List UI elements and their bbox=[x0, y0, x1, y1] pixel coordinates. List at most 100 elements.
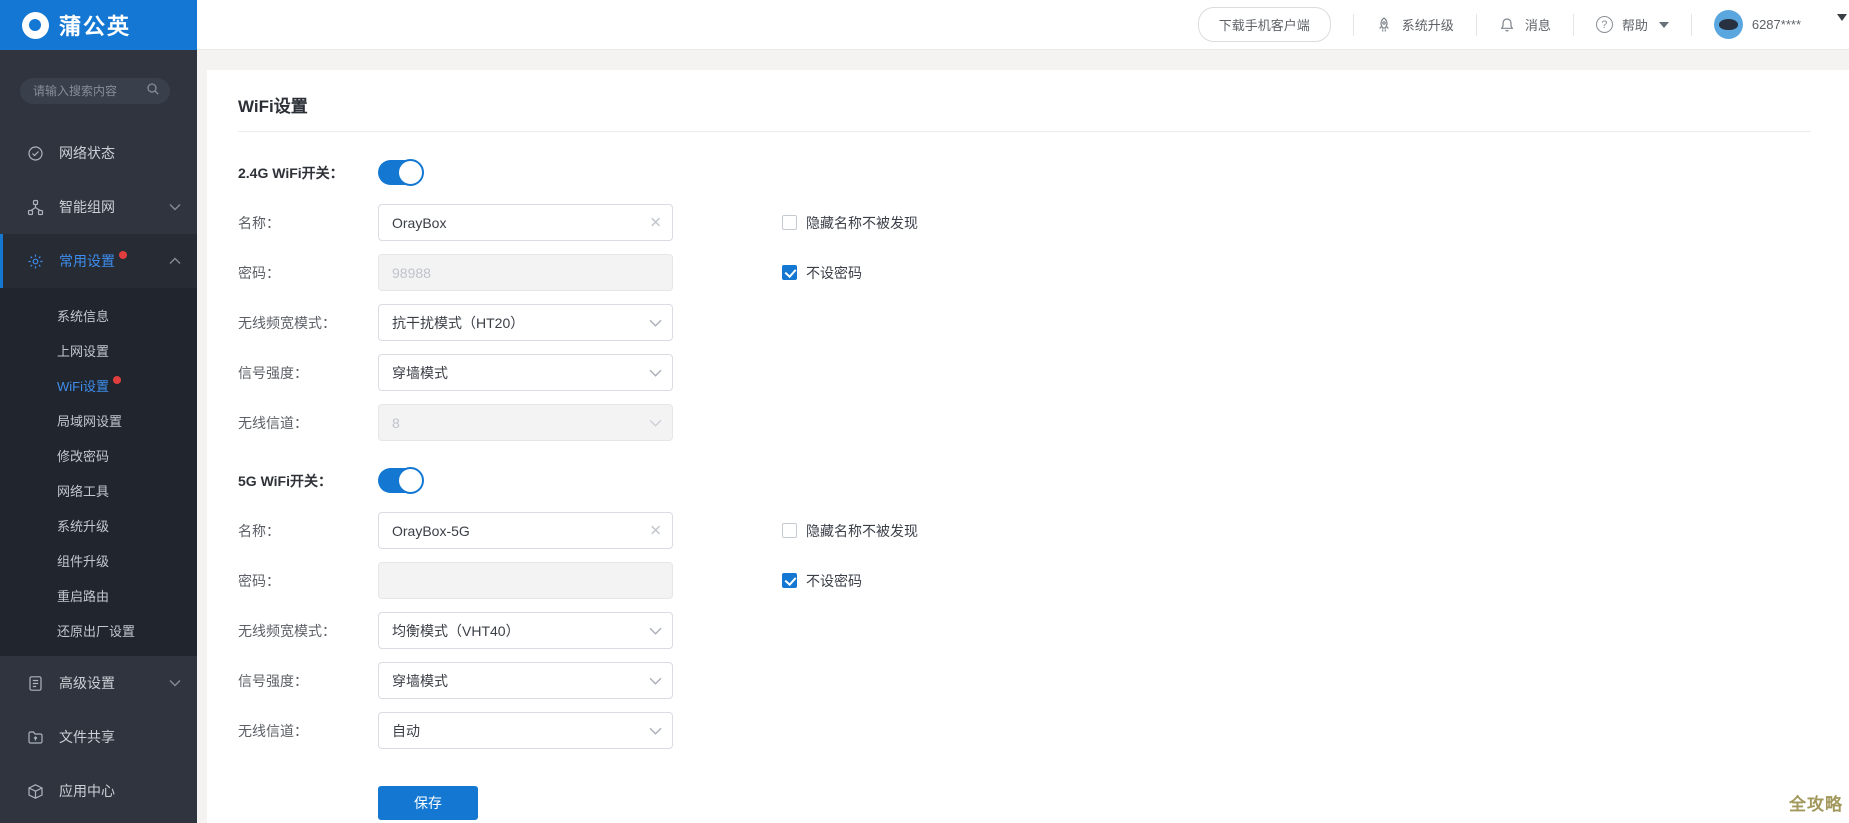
help-label: 帮助 bbox=[1621, 18, 1648, 33]
chevron-up-icon bbox=[169, 257, 181, 265]
sidebar-item-network-status[interactable]: 网络状态 bbox=[0, 126, 197, 180]
sidebar-item-file-sharing[interactable]: 文件共享 bbox=[0, 710, 197, 764]
wifi5-name-input[interactable] bbox=[378, 512, 673, 549]
sidebar-item-common-settings[interactable]: 常用设置 bbox=[0, 234, 197, 288]
sub-item-label: 修改密码 bbox=[57, 449, 110, 464]
wifi5-toggle[interactable] bbox=[378, 467, 424, 494]
chevron-down-icon bbox=[649, 626, 662, 635]
document-icon bbox=[26, 674, 44, 692]
sidebar-item-reboot-router[interactable]: 重启路由 bbox=[0, 578, 197, 613]
select-value: 自动 bbox=[392, 722, 420, 739]
app-logo[interactable]: 蒲公英 bbox=[0, 0, 197, 50]
sub-item-label: 上网设置 bbox=[57, 344, 110, 359]
sub-item-label: 局域网设置 bbox=[57, 414, 123, 429]
no-password-label: 不设密码 bbox=[806, 572, 862, 589]
sidebar-item-smart-networking[interactable]: 智能组网 bbox=[0, 180, 197, 234]
wifi24-name-label: 名称： bbox=[238, 214, 280, 231]
network-status-icon bbox=[26, 144, 44, 162]
wifi5-band-select[interactable]: 均衡模式（VHT40） bbox=[378, 612, 673, 649]
wifi5-signal-select[interactable]: 穿墙模式 bbox=[378, 662, 673, 699]
sidebar-item-label: 网络状态 bbox=[59, 145, 115, 161]
toggle-knob bbox=[397, 467, 424, 494]
search-input[interactable] bbox=[33, 84, 146, 98]
sidebar-item-label: 常用设置 bbox=[59, 253, 115, 269]
title-divider bbox=[238, 131, 1811, 132]
wifi24-name-input[interactable] bbox=[378, 204, 673, 241]
hide-ssid-label: 隐藏名称不被发现 bbox=[806, 214, 918, 231]
clear-icon[interactable]: ✕ bbox=[649, 215, 662, 230]
chevron-down-icon bbox=[649, 676, 662, 685]
sidebar-item-label: 高级设置 bbox=[59, 675, 115, 691]
main-content: WiFi设置 2.4G WiFi开关： 名称： ✕ 隐藏名称不被发现 bbox=[197, 50, 1849, 823]
save-button[interactable]: 保存 bbox=[378, 786, 478, 820]
chevron-down-icon bbox=[169, 679, 181, 687]
notification-dot bbox=[119, 251, 127, 259]
help-menu[interactable]: ? 帮助 bbox=[1574, 15, 1691, 34]
brand-name: 蒲公英 bbox=[59, 14, 132, 39]
wifi24-password-input bbox=[378, 254, 673, 291]
sub-item-label: 还原出厂设置 bbox=[57, 624, 136, 639]
sidebar-item-system-upgrade[interactable]: 系统升级 bbox=[0, 508, 197, 543]
sub-item-label: 组件升级 bbox=[57, 554, 110, 569]
common-settings-submenu: 系统信息 上网设置 WiFi设置 局域网设置 修改密码 网络工具 系统升级 组件… bbox=[0, 288, 197, 656]
select-value: 均衡模式（VHT40） bbox=[392, 622, 520, 639]
wifi5-band-label: 无线频宽模式： bbox=[238, 622, 336, 639]
wifi24-band-label: 无线频宽模式： bbox=[238, 314, 336, 331]
messages-menu[interactable]: 消息 bbox=[1477, 15, 1573, 34]
wifi24-toggle[interactable] bbox=[378, 159, 424, 186]
chevron-down-icon bbox=[1658, 21, 1669, 28]
system-upgrade-menu[interactable]: 系统升级 bbox=[1354, 15, 1476, 34]
wifi5-channel-select[interactable]: 自动 bbox=[378, 712, 673, 749]
wifi5-password-input bbox=[378, 562, 673, 599]
sidebar-item-label: 智能组网 bbox=[59, 199, 115, 215]
wifi5-switch-label: 5G WiFi开关： bbox=[238, 472, 332, 489]
help-icon: ? bbox=[1595, 16, 1613, 33]
select-value: 抗干扰模式（HT20） bbox=[392, 314, 525, 331]
wifi5-hide-ssid-checkbox[interactable] bbox=[782, 523, 797, 538]
wifi24-signal-label: 信号强度： bbox=[238, 364, 308, 381]
wifi5-channel-label: 无线信道： bbox=[238, 722, 308, 739]
sidebar-item-change-password[interactable]: 修改密码 bbox=[0, 438, 197, 473]
search-icon[interactable] bbox=[146, 82, 160, 101]
account-name: 6287**** bbox=[1751, 17, 1801, 32]
wifi24-no-password-checkbox[interactable] bbox=[782, 265, 797, 280]
wifi-settings-form: 2.4G WiFi开关： 名称： ✕ 隐藏名称不被发现 密码： bbox=[238, 159, 1825, 820]
brand-logo-icon bbox=[22, 11, 49, 39]
wifi5-name-label: 名称： bbox=[238, 522, 280, 539]
chevron-down-icon bbox=[649, 726, 662, 735]
clear-icon[interactable]: ✕ bbox=[649, 523, 662, 538]
sidebar-item-lan-settings[interactable]: 局域网设置 bbox=[0, 403, 197, 438]
wifi24-password-label: 密码： bbox=[238, 264, 280, 281]
sidebar-item-label: 文件共享 bbox=[59, 729, 115, 745]
messages-label: 消息 bbox=[1524, 18, 1551, 33]
sidebar-item-component-upgrade[interactable]: 组件升级 bbox=[0, 543, 197, 578]
smart-networking-icon bbox=[26, 198, 44, 216]
wifi24-signal-select[interactable]: 穿墙模式 bbox=[378, 354, 673, 391]
edge-chevron-icon[interactable] bbox=[1837, 14, 1847, 21]
chevron-down-icon bbox=[169, 203, 181, 211]
sidebar: 网络状态 智能组网 常用设 bbox=[0, 50, 197, 823]
sidebar-item-advanced-settings[interactable]: 高级设置 bbox=[0, 656, 197, 710]
sidebar-item-factory-reset[interactable]: 还原出厂设置 bbox=[0, 613, 197, 648]
notification-dot bbox=[113, 375, 121, 384]
wifi5-no-password-checkbox[interactable] bbox=[782, 573, 797, 588]
sidebar-search[interactable] bbox=[20, 78, 170, 104]
account-menu[interactable]: 6287**** bbox=[1692, 10, 1823, 39]
wifi24-band-select[interactable]: 抗干扰模式（HT20） bbox=[378, 304, 673, 341]
sidebar-item-wifi-settings[interactable]: WiFi设置 bbox=[0, 368, 197, 403]
wifi24-channel-label: 无线信道： bbox=[238, 414, 308, 431]
select-value: 穿墙模式 bbox=[392, 364, 448, 381]
sidebar-item-internet-settings[interactable]: 上网设置 bbox=[0, 333, 197, 368]
sidebar-item-app-center[interactable]: 应用中心 bbox=[0, 764, 197, 818]
sidebar-item-network-tools[interactable]: 网络工具 bbox=[0, 473, 197, 508]
wifi24-hide-ssid-checkbox[interactable] bbox=[782, 215, 797, 230]
sidebar-item-system-info[interactable]: 系统信息 bbox=[0, 298, 197, 333]
select-value: 穿墙模式 bbox=[392, 672, 448, 689]
sub-item-label: 网络工具 bbox=[57, 484, 110, 499]
wifi-settings-card: WiFi设置 2.4G WiFi开关： 名称： ✕ 隐藏名称不被发现 bbox=[207, 70, 1849, 823]
download-app-button[interactable]: 下载手机客户端 bbox=[1197, 7, 1331, 42]
sidebar-item-label: 应用中心 bbox=[59, 783, 115, 799]
hide-ssid-label: 隐藏名称不被发现 bbox=[806, 522, 918, 539]
sub-item-label: 重启路由 bbox=[57, 589, 110, 604]
system-upgrade-label: 系统升级 bbox=[1401, 18, 1454, 33]
